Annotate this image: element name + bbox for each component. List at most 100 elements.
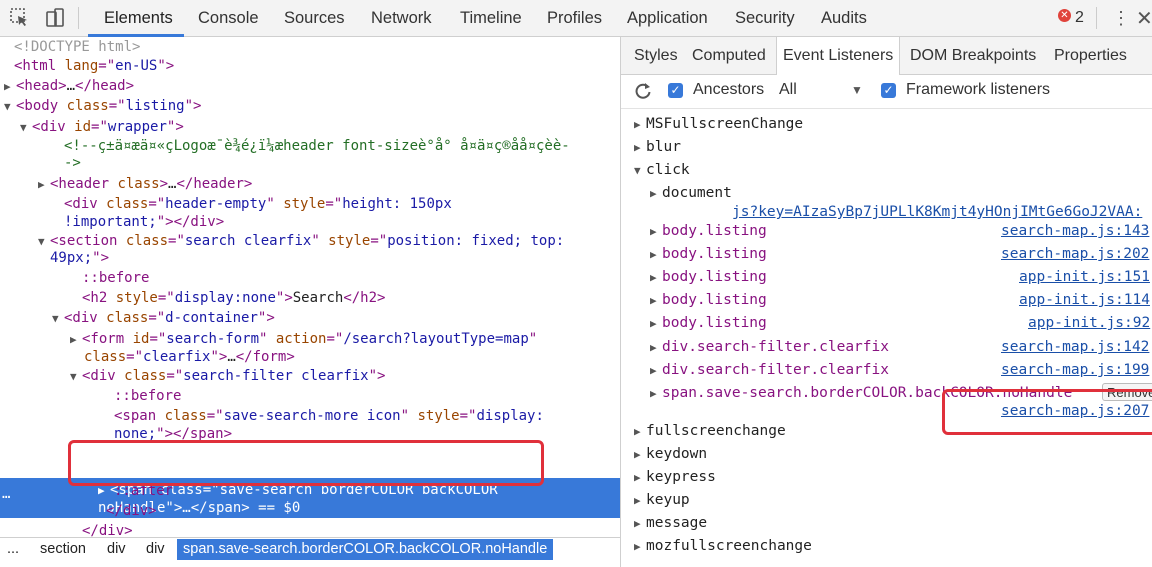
- dom-node-line-4[interactable]: ▼ <div id="wrapper">: [20, 118, 184, 137]
- collapse-triangle-icon[interactable]: ▶: [70, 331, 82, 349]
- dom-node-line-17[interactable]: ▼ <div class="search-filter clearfix">: [70, 367, 385, 386]
- event-type-item[interactable]: ▶ blur: [634, 138, 681, 157]
- dom-node-line-14[interactable]: ▼ <div class="d-container">: [52, 309, 275, 328]
- expand-triangle-icon[interactable]: ▼: [20, 119, 32, 137]
- listener-item[interactable]: ▶ body.listing: [650, 268, 767, 287]
- breadcrumb-div[interactable]: div: [146, 541, 165, 557]
- tab-sources[interactable]: Sources: [284, 0, 345, 36]
- collapse-triangle-icon[interactable]: ▶: [650, 362, 662, 380]
- selected-node-row[interactable]: ▶ <span class="save-search borderCOLOR ba…: [0, 478, 620, 518]
- expand-triangle-icon[interactable]: ▼: [70, 368, 82, 386]
- listener-source-link[interactable]: search-map.js:142: [1001, 338, 1149, 356]
- dom-node-line-15[interactable]: ▶ <form id="search-form" action="/search?…: [70, 330, 537, 349]
- collapse-triangle-icon[interactable]: ▶: [634, 492, 646, 510]
- collapse-triangle-icon[interactable]: ▶: [650, 269, 662, 287]
- listener-source-link[interactable]: search-map.js:207: [1001, 402, 1149, 420]
- dom-node-line-16[interactable]: class="clearfix">…</form>: [84, 348, 295, 366]
- listener-item[interactable]: ▶ body.listing: [650, 222, 767, 241]
- dom-node-line-13[interactable]: <h2 style="display:none">Search</h2>: [82, 289, 385, 307]
- dom-node-after-line-2[interactable]: </div>: [82, 522, 133, 537]
- listener-item[interactable]: ▶ div.search-filter.clearfix: [650, 338, 889, 357]
- tab-dom-breakpoints[interactable]: DOM Breakpoints: [910, 37, 1036, 74]
- collapse-triangle-icon[interactable]: ▶: [650, 292, 662, 310]
- listener-source-link[interactable]: js?key=AIzaSyBp7jUPLlK8Kmjt4yHOnjIMtGe6G…: [732, 203, 1142, 221]
- collapse-triangle-icon[interactable]: ▶: [650, 385, 662, 403]
- event-type-item[interactable]: ▶ message: [634, 514, 707, 533]
- collapse-triangle-icon[interactable]: ▶: [650, 315, 662, 333]
- inspect-element-icon[interactable]: [9, 7, 31, 29]
- dom-node-line-9[interactable]: !important;"></div>: [64, 213, 224, 231]
- device-mode-icon[interactable]: [44, 7, 66, 29]
- collapse-triangle-icon[interactable]: ▶: [634, 515, 646, 533]
- breadcrumb-section[interactable]: section: [40, 541, 86, 557]
- event-type-item[interactable]: ▶ MSFullscreenChange: [634, 115, 803, 134]
- dom-node-line-19[interactable]: <span class="save-search-more icon" styl…: [114, 407, 544, 425]
- tab-timeline[interactable]: Timeline: [460, 0, 522, 36]
- collapse-triangle-icon[interactable]: ▶: [4, 78, 16, 96]
- breadcrumb-selected-span[interactable]: span.save-search.borderCOLOR.backCOLOR.n…: [177, 539, 554, 560]
- tab-audits[interactable]: Audits: [821, 0, 867, 36]
- collapse-triangle-icon[interactable]: ▶: [650, 339, 662, 357]
- expand-triangle-icon[interactable]: ▼: [634, 162, 646, 180]
- event-type-item[interactable]: ▶ keypress: [634, 468, 716, 487]
- collapse-triangle-icon[interactable]: ▶: [634, 139, 646, 157]
- remove-listener-button[interactable]: Remove: [1102, 383, 1152, 401]
- breadcrumb-ellipsis[interactable]: ...: [7, 541, 19, 557]
- collapse-triangle-icon[interactable]: ▶: [634, 538, 646, 556]
- expand-triangle-icon[interactable]: ▼: [4, 98, 16, 116]
- listener-item[interactable]: ▶ body.listing: [650, 314, 767, 333]
- dom-node-after-line-1[interactable]: </div>: [106, 502, 157, 520]
- event-type-item[interactable]: ▶ mozfullscreenchange: [634, 537, 812, 556]
- listener-item[interactable]: ▶ body.listing: [650, 291, 767, 310]
- tab-application[interactable]: Application: [627, 0, 708, 36]
- expand-triangle-icon[interactable]: ▼: [52, 310, 64, 328]
- more-actions-ellipsis[interactable]: …: [2, 486, 10, 502]
- dom-node-line-6[interactable]: ->: [64, 154, 81, 172]
- ancestors-checkbox[interactable]: ✓: [668, 83, 683, 98]
- listener-source-link[interactable]: app-init.js:114: [1019, 291, 1150, 309]
- listener-item[interactable]: ▶ document: [650, 184, 732, 203]
- listener-source-link[interactable]: app-init.js:92: [1028, 314, 1150, 332]
- listener-source-link[interactable]: search-map.js:199: [1001, 361, 1149, 379]
- event-type-item[interactable]: ▶ fullscreenchange: [634, 422, 786, 441]
- collapse-triangle-icon[interactable]: ▶: [634, 423, 646, 441]
- listener-source-link[interactable]: search-map.js:202: [1001, 245, 1149, 263]
- collapse-triangle-icon[interactable]: ▶: [38, 176, 50, 194]
- tab-properties[interactable]: Properties: [1054, 37, 1127, 74]
- refresh-icon[interactable]: [633, 81, 653, 106]
- dom-node-after-line-0[interactable]: ::after: [114, 482, 173, 500]
- event-type-item[interactable]: ▶ keydown: [634, 445, 707, 464]
- listener-source-link[interactable]: search-map.js:143: [1001, 222, 1149, 240]
- event-type-click[interactable]: ▼ click: [634, 161, 690, 180]
- collapse-triangle-icon[interactable]: ▶: [634, 469, 646, 487]
- dom-node-line-18[interactable]: ::before: [114, 387, 181, 405]
- collapse-triangle-icon[interactable]: ▶: [650, 246, 662, 264]
- expand-triangle-icon[interactable]: ▼: [38, 233, 50, 251]
- event-type-item[interactable]: ▶ keyup: [634, 491, 690, 510]
- tab-styles[interactable]: Styles: [634, 37, 678, 74]
- close-icon[interactable]: ✕: [1136, 6, 1152, 31]
- collapse-triangle-icon[interactable]: ▶: [98, 482, 110, 500]
- dom-node-line-11[interactable]: 49px;">: [50, 249, 109, 267]
- dom-node-line-3[interactable]: ▼ <body class="listing">: [4, 97, 201, 116]
- collapse-triangle-icon[interactable]: ▶: [634, 116, 646, 134]
- more-options-icon[interactable]: ⋮: [1112, 8, 1130, 28]
- dom-node-line-0[interactable]: <!DOCTYPE html>: [14, 38, 140, 56]
- collapse-triangle-icon[interactable]: ▶: [634, 446, 646, 464]
- dom-node-line-20[interactable]: none;"></span>: [114, 425, 232, 443]
- listener-item[interactable]: ▶ div.search-filter.clearfix: [650, 361, 889, 380]
- tab-security[interactable]: Security: [735, 0, 795, 36]
- tab-network[interactable]: Network: [371, 0, 432, 36]
- dom-node-line-5[interactable]: <!--ç±ä¤æä¤«çLogoæ¯è¾é¿ï¼æheader font-si…: [64, 137, 570, 155]
- tab-elements[interactable]: Elements: [104, 0, 173, 36]
- breadcrumb-div[interactable]: div: [107, 541, 126, 557]
- dom-node-line-7[interactable]: ▶ <header class>…</header>: [38, 175, 252, 194]
- tab-console[interactable]: Console: [198, 0, 259, 36]
- dom-node-line-8[interactable]: <div class="header-empty" style="height:…: [64, 195, 452, 213]
- dom-node-line-10[interactable]: ▼ <section class="search clearfix" style=…: [38, 232, 564, 251]
- collapse-triangle-icon[interactable]: ▶: [650, 223, 662, 241]
- dom-node-line-12[interactable]: ::before: [82, 269, 149, 287]
- dom-node-line-1[interactable]: <html lang="en-US">: [14, 57, 174, 75]
- tab-computed[interactable]: Computed: [692, 37, 766, 74]
- listener-source-link[interactable]: app-init.js:151: [1019, 268, 1150, 286]
